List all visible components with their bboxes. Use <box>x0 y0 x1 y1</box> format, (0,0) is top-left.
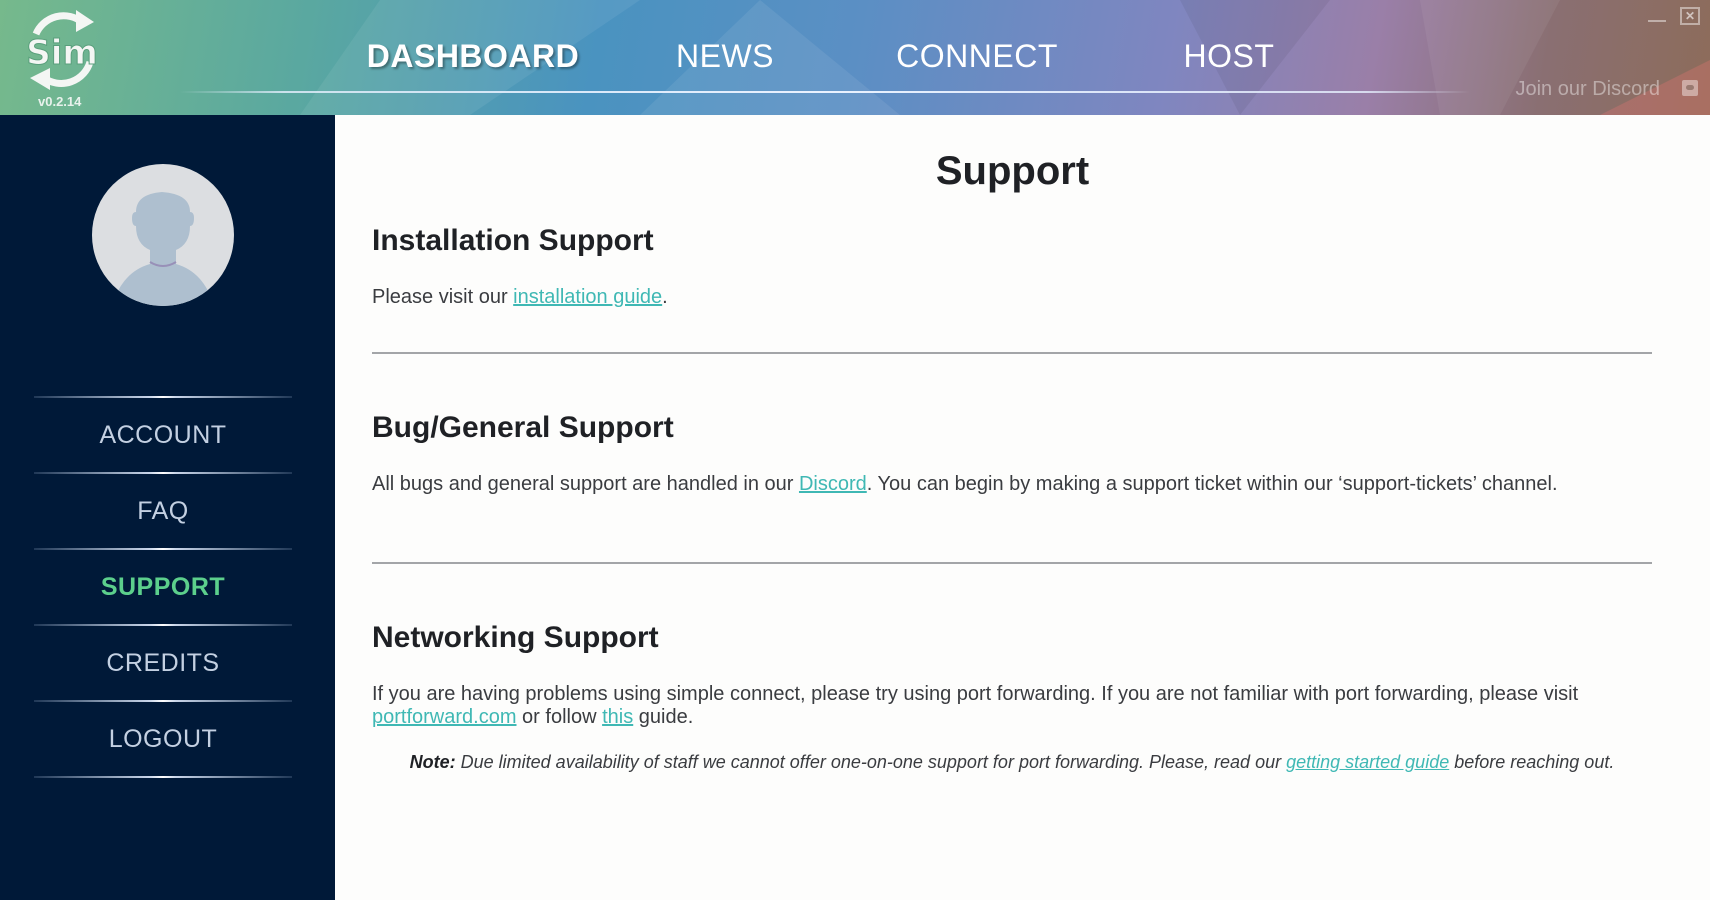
this-guide-link[interactable]: this <box>602 706 633 728</box>
text: or follow <box>516 706 603 728</box>
networking-support-heading: Networking Support <box>372 621 659 654</box>
top-header: Sim v0.2.14 DASHBOARD NEWS CONNECT HOST … <box>0 0 1710 115</box>
bug-support-heading: Bug/General Support <box>372 411 674 444</box>
nav-connect[interactable]: CONNECT <box>896 38 1058 75</box>
bug-support-text: All bugs and general support are handled… <box>372 473 1622 496</box>
discord-link[interactable]: Discord <box>799 473 867 495</box>
text: Please visit our <box>372 286 514 308</box>
portforward-link[interactable]: portforward.com <box>372 706 517 728</box>
support-content: Support Installation Support Please visi… <box>335 115 1710 900</box>
user-silhouette-icon <box>112 192 214 306</box>
note-label: Note: <box>409 752 456 772</box>
nav-underline <box>180 91 1470 93</box>
text: Due limited availability of staff we can… <box>455 752 1287 772</box>
close-icon[interactable]: ✕ <box>1680 7 1700 25</box>
nav-news[interactable]: NEWS <box>676 38 774 75</box>
app-version: v0.2.14 <box>38 94 82 109</box>
getting-started-guide-link[interactable]: getting started guide <box>1286 752 1449 772</box>
minimize-icon[interactable] <box>1648 20 1666 22</box>
header-background-facets <box>300 0 1710 115</box>
text: If you are having problems using simple … <box>372 683 1579 705</box>
page-title: Support <box>935 149 1090 193</box>
sidebar-item-account[interactable]: ACCOUNT <box>34 398 292 472</box>
nav-host[interactable]: HOST <box>1184 38 1275 75</box>
sidebar-item-support[interactable]: SUPPORT <box>34 550 292 624</box>
text: . You can begin by making a support tick… <box>866 473 1558 495</box>
text: before reaching out. <box>1449 752 1615 772</box>
sidebar-item-faq[interactable]: FAQ <box>34 474 292 548</box>
svg-text:Sim: Sim <box>26 33 98 73</box>
installation-guide-link[interactable]: installation guide <box>513 286 662 308</box>
text: guide. <box>633 706 694 728</box>
text: . <box>662 286 668 308</box>
sidebar-divider <box>34 776 292 778</box>
networking-support-text: If you are having problems using simple … <box>372 683 1622 729</box>
sidebar-item-logout[interactable]: LOGOUT <box>34 702 292 776</box>
sidebar-item-credits[interactable]: CREDITS <box>34 626 292 700</box>
discord-icon[interactable] <box>1682 80 1698 96</box>
section-divider <box>372 562 1652 564</box>
sim-logo: Sim <box>26 10 98 90</box>
avatar[interactable] <box>92 164 234 306</box>
installation-support-text: Please visit our installation guide. <box>372 286 1622 309</box>
installation-support-heading: Installation Support <box>372 224 654 257</box>
nav-dashboard[interactable]: DASHBOARD <box>367 38 580 75</box>
text: All bugs and general support are handled… <box>372 473 799 495</box>
join-discord-link[interactable]: Join our Discord <box>1515 78 1660 101</box>
networking-note: Note: Due limited availability of staff … <box>372 751 1652 774</box>
section-divider <box>372 352 1652 354</box>
